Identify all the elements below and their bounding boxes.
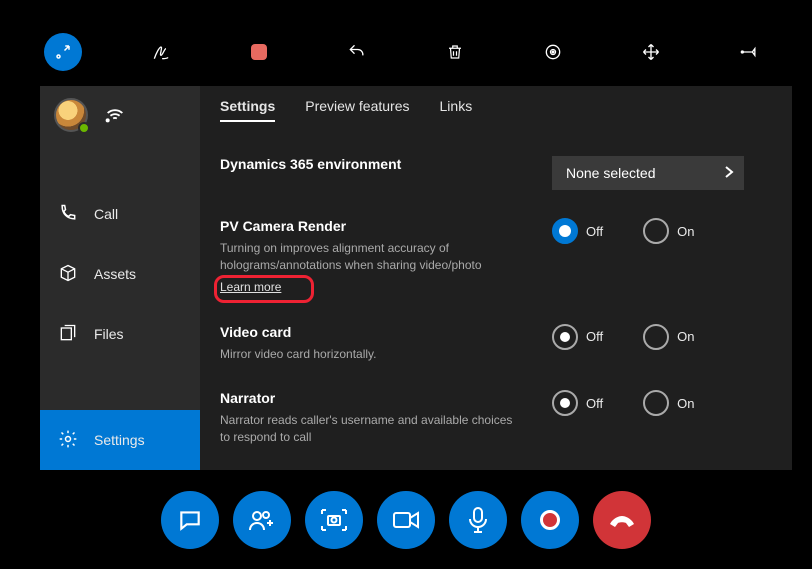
focus-target-icon[interactable]	[534, 33, 572, 71]
radio-label: Off	[586, 396, 603, 411]
learn-more-link[interactable]: Learn more	[220, 280, 281, 294]
setting-narrator: Narrator Narrator reads caller's usernam…	[220, 376, 772, 460]
radio-on[interactable]	[643, 218, 669, 244]
content-panel: Settings Preview features Links Dynamics…	[200, 86, 792, 470]
setting-title: Video card	[220, 324, 522, 340]
setting-title: PV Camera Render	[220, 218, 522, 234]
sidebar-item-label: Files	[94, 326, 124, 342]
chevron-right-icon	[724, 165, 734, 182]
tabs: Settings Preview features Links	[200, 86, 792, 122]
presence-indicator	[78, 122, 90, 134]
capture-camera-button[interactable]	[305, 491, 363, 549]
setting-environment: Dynamics 365 environment None selected	[220, 142, 772, 204]
radio-on[interactable]	[643, 390, 669, 416]
sidebar-item-label: Settings	[94, 432, 145, 448]
video-button[interactable]	[377, 491, 435, 549]
radio-off[interactable]	[552, 218, 578, 244]
pv-off-option[interactable]: Off	[552, 218, 603, 244]
ink-icon[interactable]	[142, 33, 180, 71]
record-button[interactable]	[521, 491, 579, 549]
videocard-off-option[interactable]: Off	[552, 324, 603, 350]
setting-video-card: Video card Mirror video card horizontall…	[220, 310, 772, 377]
environment-dropdown[interactable]: None selected	[552, 156, 744, 190]
narrator-off-option[interactable]: Off	[552, 390, 603, 416]
tab-settings[interactable]: Settings	[220, 98, 275, 122]
delete-icon[interactable]	[436, 33, 474, 71]
move-resize-icon[interactable]	[44, 33, 82, 71]
phone-icon	[58, 203, 78, 226]
avatar[interactable]	[54, 98, 88, 132]
tab-preview-features[interactable]: Preview features	[305, 98, 409, 122]
sidebar-item-label: Assets	[94, 266, 136, 282]
dropdown-value: None selected	[566, 165, 656, 181]
radio-off[interactable]	[552, 390, 578, 416]
sidebar-item-assets[interactable]: Assets	[40, 244, 200, 304]
sidebar-header	[40, 86, 200, 144]
sidebar-nav: Call Assets Files	[40, 144, 200, 470]
radio-label: Off	[586, 224, 603, 239]
gear-icon	[58, 429, 78, 452]
cube-icon	[58, 263, 78, 286]
settings-scroll[interactable]: Dynamics 365 environment None selected	[200, 122, 792, 466]
sidebar-item-settings[interactable]: Settings	[40, 410, 200, 470]
sidebar-item-files[interactable]: Files	[40, 304, 200, 364]
mic-button[interactable]	[449, 491, 507, 549]
radio-label: On	[677, 396, 694, 411]
record-dot-icon	[540, 510, 560, 530]
radio-label: Off	[586, 329, 603, 344]
top-toolbar	[0, 32, 812, 72]
sidebar-item-label: Call	[94, 206, 118, 222]
chat-button[interactable]	[161, 491, 219, 549]
narrator-on-option[interactable]: On	[643, 390, 694, 416]
main-panel: Call Assets Files	[40, 86, 792, 470]
pin-icon[interactable]	[730, 33, 768, 71]
radio-label: On	[677, 224, 694, 239]
setting-pv-camera: PV Camera Render Turning on improves ali…	[220, 204, 772, 310]
undo-icon[interactable]	[338, 33, 376, 71]
call-action-bar	[0, 491, 812, 549]
setting-title: Narrator	[220, 390, 522, 406]
wifi-icon[interactable]	[104, 102, 126, 129]
videocard-on-option[interactable]: On	[643, 324, 694, 350]
pv-on-option[interactable]: On	[643, 218, 694, 244]
setting-desc: Turning on improves alignment accuracy o…	[220, 240, 522, 274]
tab-links[interactable]: Links	[440, 98, 473, 122]
setting-title: Dynamics 365 environment	[220, 156, 522, 172]
radio-on[interactable]	[643, 324, 669, 350]
app-root: Call Assets Files	[0, 0, 812, 569]
setting-desc: Narrator reads caller's username and ava…	[220, 412, 522, 446]
files-icon	[58, 323, 78, 346]
sidebar-item-call[interactable]: Call	[40, 184, 200, 244]
people-add-button[interactable]	[233, 491, 291, 549]
hangup-button[interactable]	[593, 491, 651, 549]
setting-desc: Mirror video card horizontally.	[220, 346, 522, 363]
record-shape-icon[interactable]	[240, 33, 278, 71]
sidebar: Call Assets Files	[40, 86, 200, 470]
radio-label: On	[677, 329, 694, 344]
radio-off[interactable]	[552, 324, 578, 350]
move-handles-icon[interactable]	[632, 33, 670, 71]
